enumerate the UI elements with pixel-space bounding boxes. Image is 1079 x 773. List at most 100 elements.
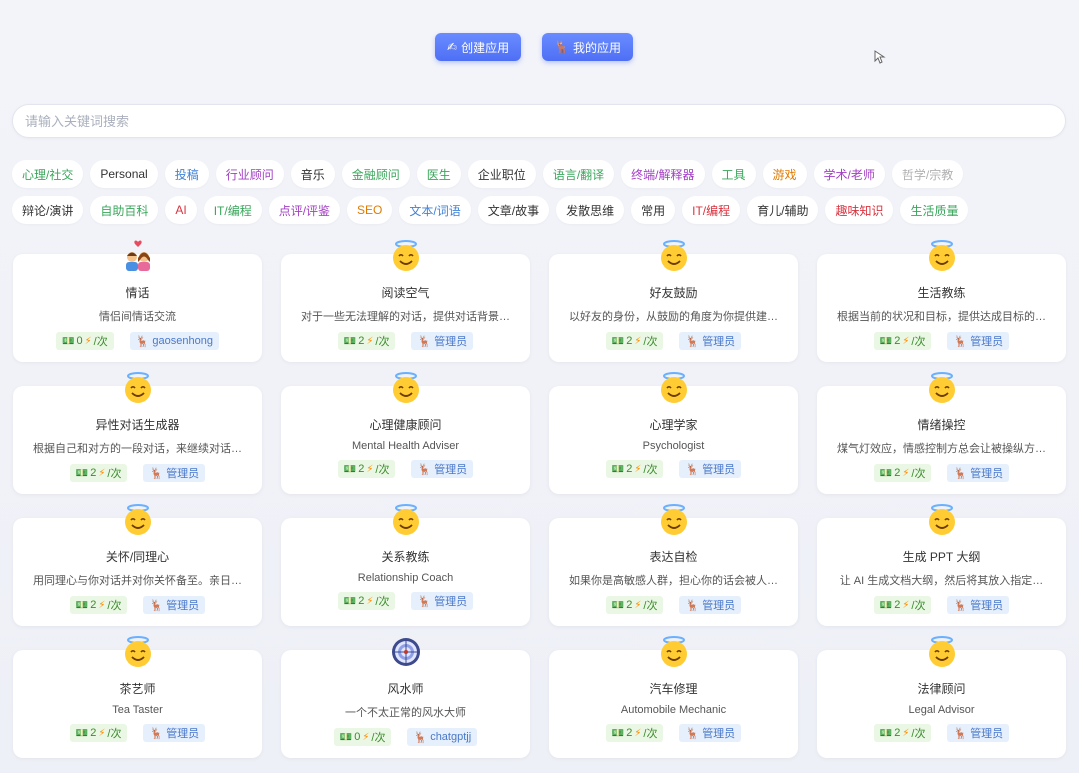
category-tag[interactable]: 工具 <box>711 160 756 188</box>
category-tag[interactable]: 辩论/演讲 <box>12 196 84 224</box>
price-badge: 💵 2 ⚡/次 <box>605 332 664 350</box>
author-badge[interactable]: 🦌 管理员 <box>679 596 742 614</box>
app-card[interactable]: 法律顾问 Legal Advisor 💵 2 ⚡/次 🦌 管理员 <box>817 636 1066 758</box>
author-name: 管理员 <box>702 336 736 348</box>
author-badge[interactable]: 🦌 管理员 <box>411 592 474 610</box>
deer-icon: 🦌 <box>417 335 432 348</box>
cash-icon: 💵 <box>343 463 357 475</box>
author-badge[interactable]: 🦌 管理员 <box>411 332 474 350</box>
category-tag[interactable]: 点评/评鉴 <box>268 196 341 224</box>
bolt-icon: ⚡ <box>902 727 910 739</box>
app-card[interactable]: 关怀/同理心 用同理心与你对话并对你关怀备至。亲日… 💵 2 ⚡/次 🦌 管理员 <box>13 504 262 626</box>
author-badge[interactable]: 🦌 管理员 <box>679 724 742 742</box>
bolt-icon: ⚡ <box>98 467 106 479</box>
author-badge[interactable]: 🦌 管理员 <box>679 332 742 350</box>
cash-icon: 💵 <box>611 463 625 475</box>
app-card[interactable]: 生成 PPT 大纲让 AI 生成文档大纲，然后将其放入指定… 💵 2 ⚡/次 🦌 管理员 <box>817 504 1066 626</box>
category-tag[interactable]: 游戏 <box>762 160 807 188</box>
app-card-title: 异性对话生成器 <box>95 418 180 432</box>
category-tag[interactable]: 哲学/宗教 <box>891 160 964 188</box>
app-card-meta: 💵 2 ⚡/次 🦌 管理员 <box>69 596 206 614</box>
price-badge: 💵 0 ⚡/次 <box>56 332 114 350</box>
category-tag[interactable]: 金融顾问 <box>341 160 410 188</box>
halo-smile-icon <box>389 503 423 537</box>
category-tag[interactable]: 发散思维 <box>556 196 625 224</box>
app-card[interactable]: 情话 情侣间情话交流 💵 0 ⚡/次 🦌 gaosenhong <box>13 240 262 362</box>
price-badge: 💵 2 ⚡/次 <box>873 464 932 482</box>
category-tag[interactable]: 自助百科 <box>90 196 159 224</box>
category-tag[interactable]: 趣味知识 <box>825 196 894 224</box>
category-tag[interactable]: SEO <box>347 196 393 224</box>
category-tag[interactable]: 企业职位 <box>467 160 536 188</box>
category-tag[interactable]: IT/编程 <box>682 196 741 224</box>
create-app-button[interactable]: ✍ 创建应用 <box>435 33 522 61</box>
author-name: 管理员 <box>166 600 200 612</box>
author-badge[interactable]: 🦌 管理员 <box>411 460 474 478</box>
category-tag[interactable]: 生活质量 <box>900 196 969 224</box>
author-badge[interactable]: 🦌 管理员 <box>679 460 742 478</box>
price-unit: /次 <box>643 336 658 348</box>
category-tag[interactable]: 文章/故事 <box>477 196 550 224</box>
bolt-icon: ⚡ <box>366 335 374 347</box>
category-tag[interactable]: 语言/翻译 <box>542 160 615 188</box>
author-badge[interactable]: 🦌 管理员 <box>947 464 1010 482</box>
app-card[interactable]: 情绪操控 煤气灯效应，情感控制方总会让被操纵方… 💵 2 ⚡/次 🦌 管理员 <box>817 372 1066 494</box>
app-card[interactable]: 表达自检 如果你是高敏感人群，担心你的话会被人… 💵 2 ⚡/次 🦌 管理员 <box>549 504 798 626</box>
my-apps-button[interactable]: 🦌 我的应用 <box>542 33 634 61</box>
author-badge[interactable]: 🦌 chatgptjj <box>407 728 478 746</box>
category-tag[interactable]: 医生 <box>416 160 461 188</box>
app-card[interactable]: 阅读空气 对于一些无法理解的对话，提供对话背景… 💵 2 ⚡/次 🦌 管理员 <box>281 240 530 362</box>
app-card-title: 心理健康顾问 <box>369 418 442 432</box>
price-value: 2 <box>894 727 901 739</box>
cash-icon: 💵 <box>75 599 89 611</box>
category-tag[interactable]: 育儿/辅助 <box>747 196 819 224</box>
app-card-description: 一个不太正常的风水大师 <box>345 707 466 719</box>
category-tag[interactable]: 心理/社交 <box>12 160 84 188</box>
app-card-description: 如果你是高敏感人群，担心你的话会被人… <box>569 575 778 587</box>
category-tag[interactable]: 投稿 <box>164 160 209 188</box>
app-card[interactable]: 风水师 一个不太正常的风水大师 💵 0 ⚡/次 🦌 chatgptjj <box>281 638 530 758</box>
search-input[interactable] <box>12 104 1066 138</box>
app-card-grid: 情话 情侣间情话交流 💵 0 ⚡/次 🦌 gaosenhong 阅读空气 对于一些无法理解的对话… <box>13 240 1066 758</box>
category-tag[interactable]: 行业顾问 <box>215 160 284 188</box>
author-badge[interactable]: 🦌 gaosenhong <box>129 332 219 350</box>
author-badge[interactable]: 🦌 管理员 <box>947 332 1010 350</box>
price-value: 2 <box>626 335 633 347</box>
author-badge[interactable]: 🦌 管理员 <box>143 724 206 742</box>
cash-icon: 💵 <box>611 335 625 347</box>
category-tag[interactable]: Personal <box>90 160 158 188</box>
author-badge[interactable]: 🦌 管理员 <box>143 596 206 614</box>
app-card[interactable]: 茶艺师 Tea Taster 💵 2 ⚡/次 🦌 管理员 <box>13 636 262 758</box>
app-card-meta: 💵 0 ⚡/次 🦌 gaosenhong <box>56 332 219 350</box>
category-tag[interactable]: AI <box>165 196 197 224</box>
bolt-icon: ⚡ <box>634 599 642 611</box>
app-card[interactable]: 心理学家 Psychologist 💵 2 ⚡/次 🦌 管理员 <box>549 372 798 494</box>
price-unit: /次 <box>375 596 390 608</box>
price-badge: 💵 2 ⚡/次 <box>69 724 128 742</box>
category-tag[interactable]: 常用 <box>631 196 676 224</box>
author-name: 管理员 <box>166 728 200 740</box>
category-tag[interactable]: 音乐 <box>290 160 335 188</box>
cash-icon: 💵 <box>75 467 89 479</box>
app-card[interactable]: 好友鼓励 以好友的身份，从鼓励的角度为你提供建… 💵 2 ⚡/次 🦌 管理员 <box>549 240 798 362</box>
author-badge[interactable]: 🦌 管理员 <box>947 596 1010 614</box>
app-card[interactable]: 汽车修理 Automobile Mechanic 💵 2 ⚡/次 🦌 管理员 <box>549 636 798 758</box>
author-badge[interactable]: 🦌 管理员 <box>947 724 1010 742</box>
author-name: 管理员 <box>434 596 468 608</box>
author-badge[interactable]: 🦌 管理员 <box>143 464 206 482</box>
app-card-meta: 💵 2 ⚡/次 🦌 管理员 <box>605 332 742 350</box>
cursor-icon <box>874 50 886 64</box>
price-unit: /次 <box>371 732 386 744</box>
halo-smile-icon <box>657 239 691 273</box>
app-card[interactable]: 异性对话生成器 根据自己和对方的一段对话，来继续对话… 💵 2 ⚡/次 🦌 管理员 <box>13 372 262 494</box>
category-tag[interactable]: IT/编程 <box>203 196 262 224</box>
category-tag[interactable]: 学术/老师 <box>813 160 885 188</box>
deer-icon: 🦌 <box>149 467 164 480</box>
category-tag[interactable]: 文本/词语 <box>399 196 471 224</box>
app-card[interactable]: 关系教练 Relationship Coach 💵 2 ⚡/次 🦌 管理员 <box>281 504 530 626</box>
app-card[interactable]: 心理健康顾问 Mental Health Adviser 💵 2 ⚡/次 🦌 管理员 <box>281 372 530 494</box>
halo-smile-icon <box>389 239 423 273</box>
app-card[interactable]: 生活教练 根据当前的状况和目标，提供达成目标的… 💵 2 ⚡/次 🦌 管理员 <box>817 240 1066 362</box>
category-tag[interactable]: 终端/解释器 <box>621 160 705 188</box>
app-card-description: Tea Taster <box>112 704 163 716</box>
